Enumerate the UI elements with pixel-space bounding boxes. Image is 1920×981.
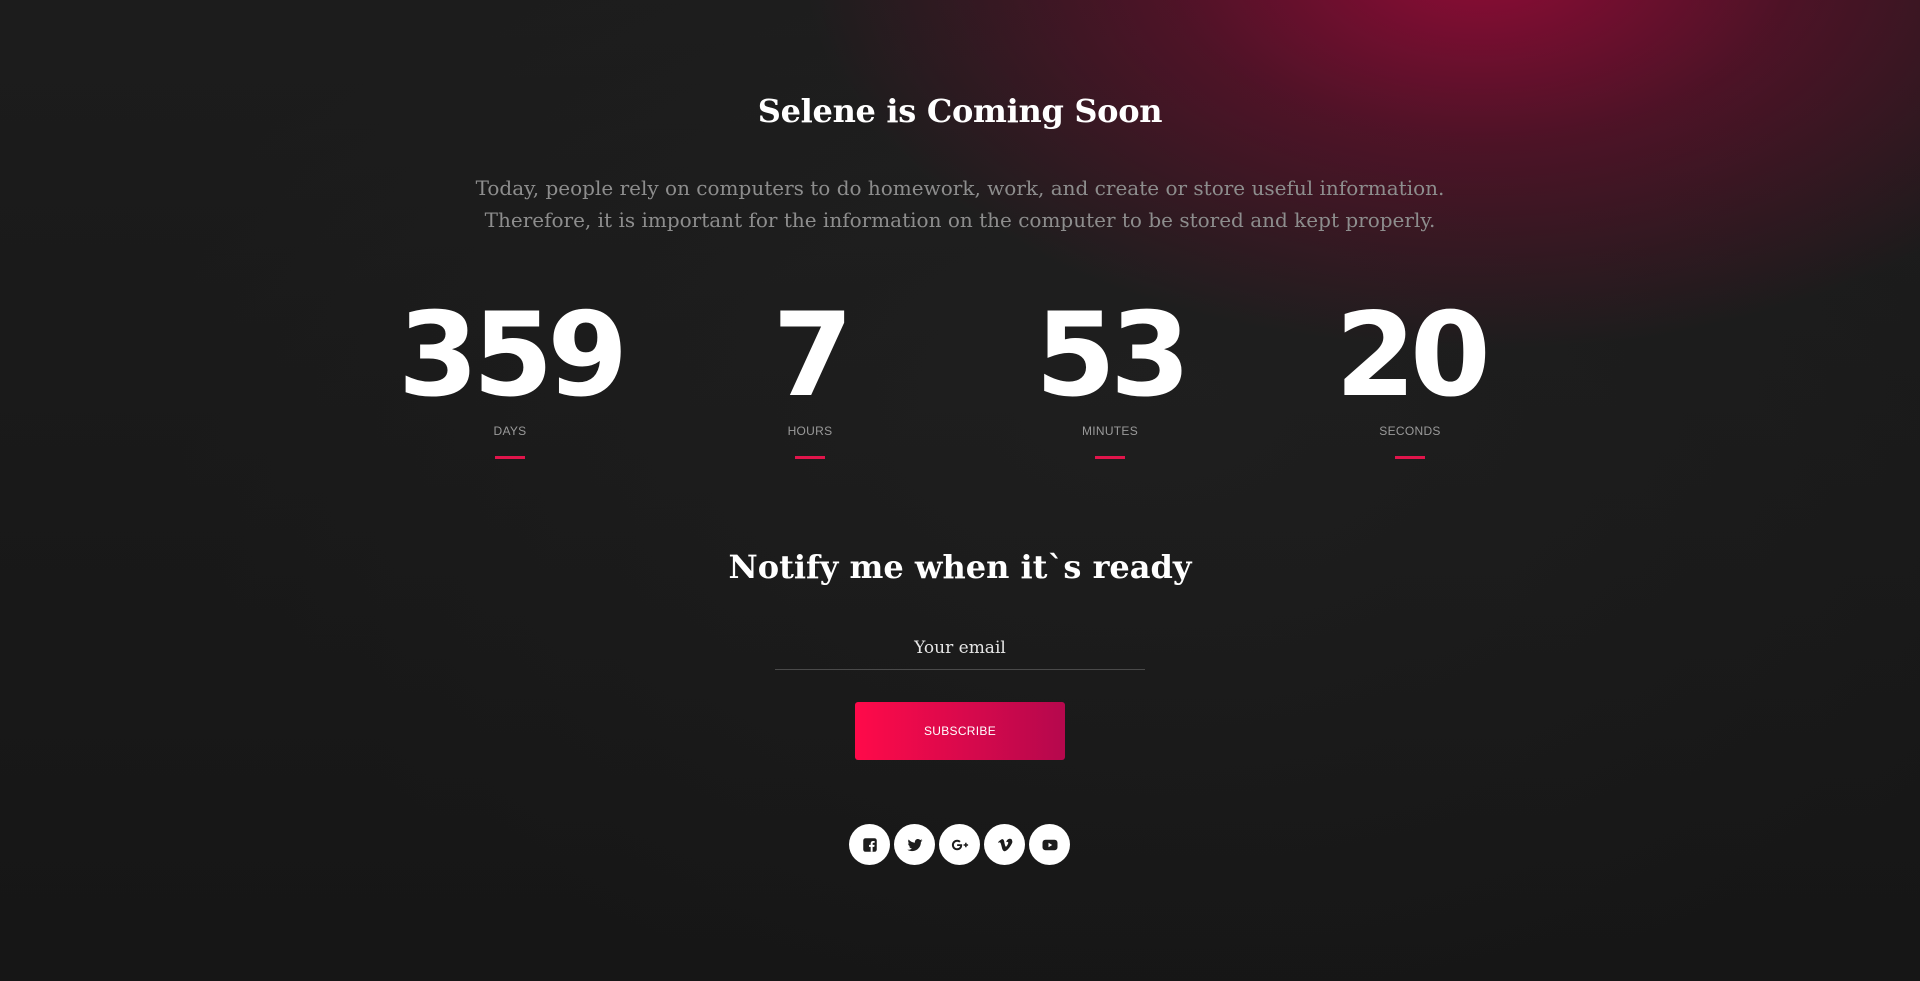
intro-text: Today, people rely on computers to do ho… (475, 176, 1445, 232)
google-plus-link[interactable] (939, 824, 980, 865)
twitter-icon (906, 838, 922, 851)
countdown-hours-value: 7 (772, 288, 854, 423)
youtube-link[interactable] (1029, 824, 1070, 865)
email-input[interactable] (775, 626, 1145, 670)
notify-heading: Notify me when it`s ready (728, 548, 1192, 586)
countdown-divider (795, 456, 825, 459)
facebook-icon (862, 837, 877, 852)
countdown-hours-label: HOURS (787, 424, 833, 438)
youtube-icon (1042, 839, 1057, 850)
countdown-seconds-value: 20 (1335, 288, 1490, 423)
subscribe-button[interactable]: SUBSCRIBE (855, 702, 1065, 760)
google-plus-icon (951, 839, 968, 850)
social-links (849, 824, 1071, 866)
page-title: Selene is Coming Soon (757, 92, 1163, 130)
countdown-minutes-value: 53 (1035, 288, 1190, 423)
coming-soon-page: Selene is Coming Soon Today, people rely… (0, 0, 1920, 981)
countdown-days: 359 DAYS (360, 294, 660, 459)
countdown-minutes: 53 MINUTES (960, 294, 1260, 459)
countdown-seconds: 20 SECONDS (1260, 294, 1560, 459)
countdown-days-value: 359 (397, 288, 628, 423)
vimeo-link[interactable] (984, 824, 1025, 865)
countdown-divider (495, 456, 525, 459)
vimeo-icon (997, 838, 1012, 851)
countdown-days-label: DAYS (493, 424, 527, 438)
twitter-link[interactable] (894, 824, 935, 865)
countdown-timer: 359 DAYS 7 HOURS 53 MINUTES 20 SECONDS (360, 294, 1560, 474)
countdown-hours: 7 HOURS (660, 294, 960, 459)
countdown-minutes-label: MINUTES (1081, 424, 1139, 438)
countdown-divider (1395, 456, 1425, 459)
facebook-link[interactable] (849, 824, 890, 865)
countdown-seconds-label: SECONDS (1379, 424, 1441, 438)
countdown-divider (1095, 456, 1125, 459)
